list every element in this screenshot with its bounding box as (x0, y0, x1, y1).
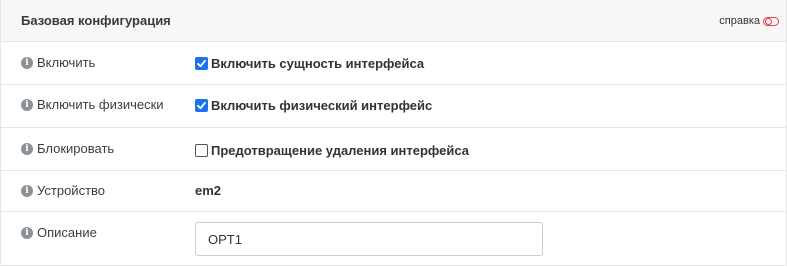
prevent-removal-checkbox[interactable] (195, 144, 208, 157)
label-text: Включить (37, 55, 96, 70)
enable-checkbox-group: Включить сущность интерфейса (195, 56, 424, 71)
row-label-device: i Устройство (21, 183, 105, 198)
label-text: Включить физически (37, 97, 164, 112)
prevent-removal-label[interactable]: Предотвращение удаления интерфейса (211, 143, 469, 158)
row-label-description: i Описание (21, 225, 97, 240)
row-label-enable-physical: i Включить физически (21, 97, 164, 112)
row-lock: i Блокировать Предотвращение удаления ин… (1, 128, 787, 171)
lock-checkbox-group: Предотвращение удаления интерфейса (195, 143, 469, 158)
enable-physical-checkbox-group: Включить физический интерфейс (195, 98, 432, 113)
toggle-icon[interactable] (763, 16, 779, 26)
panel-header: Базовая конфигурация справка (1, 0, 786, 42)
label-text: Описание (37, 225, 97, 240)
row-enable: i Включить Включить сущность интерфейса (1, 42, 787, 85)
row-device: i Устройство em2 (1, 171, 787, 212)
info-icon[interactable]: i (21, 98, 33, 111)
description-input[interactable] (195, 222, 543, 256)
help-toggle[interactable]: справка (719, 15, 779, 27)
row-enable-physical: i Включить физически Включить физический… (1, 85, 787, 128)
panel-title: Базовая конфигурация (21, 13, 171, 28)
enable-interface-label[interactable]: Включить сущность интерфейса (211, 56, 424, 71)
enable-physical-label[interactable]: Включить физический интерфейс (211, 98, 432, 113)
help-label: справка (719, 15, 760, 27)
label-text: Устройство (37, 183, 106, 198)
basic-config-panel: Базовая конфигурация справка i Включить … (0, 0, 787, 266)
info-icon[interactable]: i (21, 184, 33, 197)
enable-physical-checkbox[interactable] (195, 99, 208, 112)
info-icon[interactable]: i (21, 226, 33, 239)
device-value: em2 (195, 183, 222, 198)
row-label-lock: i Блокировать (21, 141, 114, 156)
info-icon[interactable]: i (21, 56, 33, 69)
row-description: i Описание (1, 212, 787, 266)
enable-interface-checkbox[interactable] (195, 57, 208, 70)
row-label-enable: i Включить (21, 55, 95, 70)
info-icon[interactable]: i (21, 142, 33, 155)
label-text: Блокировать (37, 141, 115, 156)
